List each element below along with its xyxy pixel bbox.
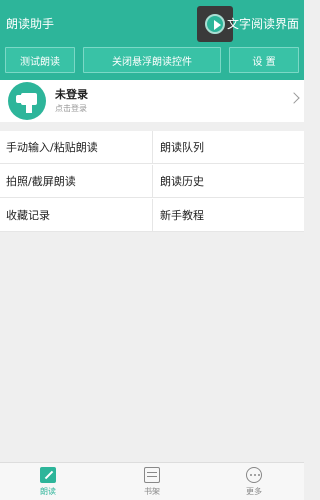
tab-bookshelf[interactable]: 书架 [122,467,182,497]
menu-grid: 手动输入/粘贴朗读 朗读队列 拍照/截屏朗读 朗读历史 收藏记录 新手教程 [0,131,304,232]
settings-button[interactable]: 设 置 [229,47,299,73]
play-icon [205,14,225,34]
tab-label: 朗读 [40,487,56,496]
chevron-right-icon [288,92,300,104]
profile-subtitle: 点击登录 [55,104,87,113]
menu-favorites[interactable]: 收藏记录 [0,199,152,232]
tab-label: 更多 [246,487,262,496]
menu-tutorial[interactable]: 新手教程 [152,199,304,232]
menu-manual-input[interactable]: 手动输入/粘贴朗读 [0,131,152,164]
bottom-tab-bar: 朗读 书架 更多 [0,462,304,500]
menu-photo-read[interactable]: 拍照/截屏朗读 [0,165,152,198]
text-reading-view-link[interactable]: 文字阅读界面 [227,15,299,32]
read-icon [40,467,56,483]
tab-read[interactable]: 朗读 [18,467,78,497]
menu-read-history[interactable]: 朗读历史 [152,165,304,198]
test-read-button[interactable]: 测试朗读 [5,47,75,73]
avatar [8,82,46,120]
login-row[interactable]: 未登录 点击登录 [0,80,304,122]
app-title: 朗读助手 [6,17,55,31]
profile-name: 未登录 [55,88,88,101]
menu-read-queue[interactable]: 朗读队列 [152,131,304,164]
more-icon [246,467,262,483]
close-floating-control-button[interactable]: 关闭悬浮朗读控件 [83,47,221,73]
tab-more[interactable]: 更多 [224,467,284,497]
tab-label: 书架 [144,487,160,496]
bookshelf-icon [144,467,160,483]
top-bar: 朗读助手 文字阅读界面 测试朗读 关闭悬浮朗读控件 设 置 [0,0,304,80]
